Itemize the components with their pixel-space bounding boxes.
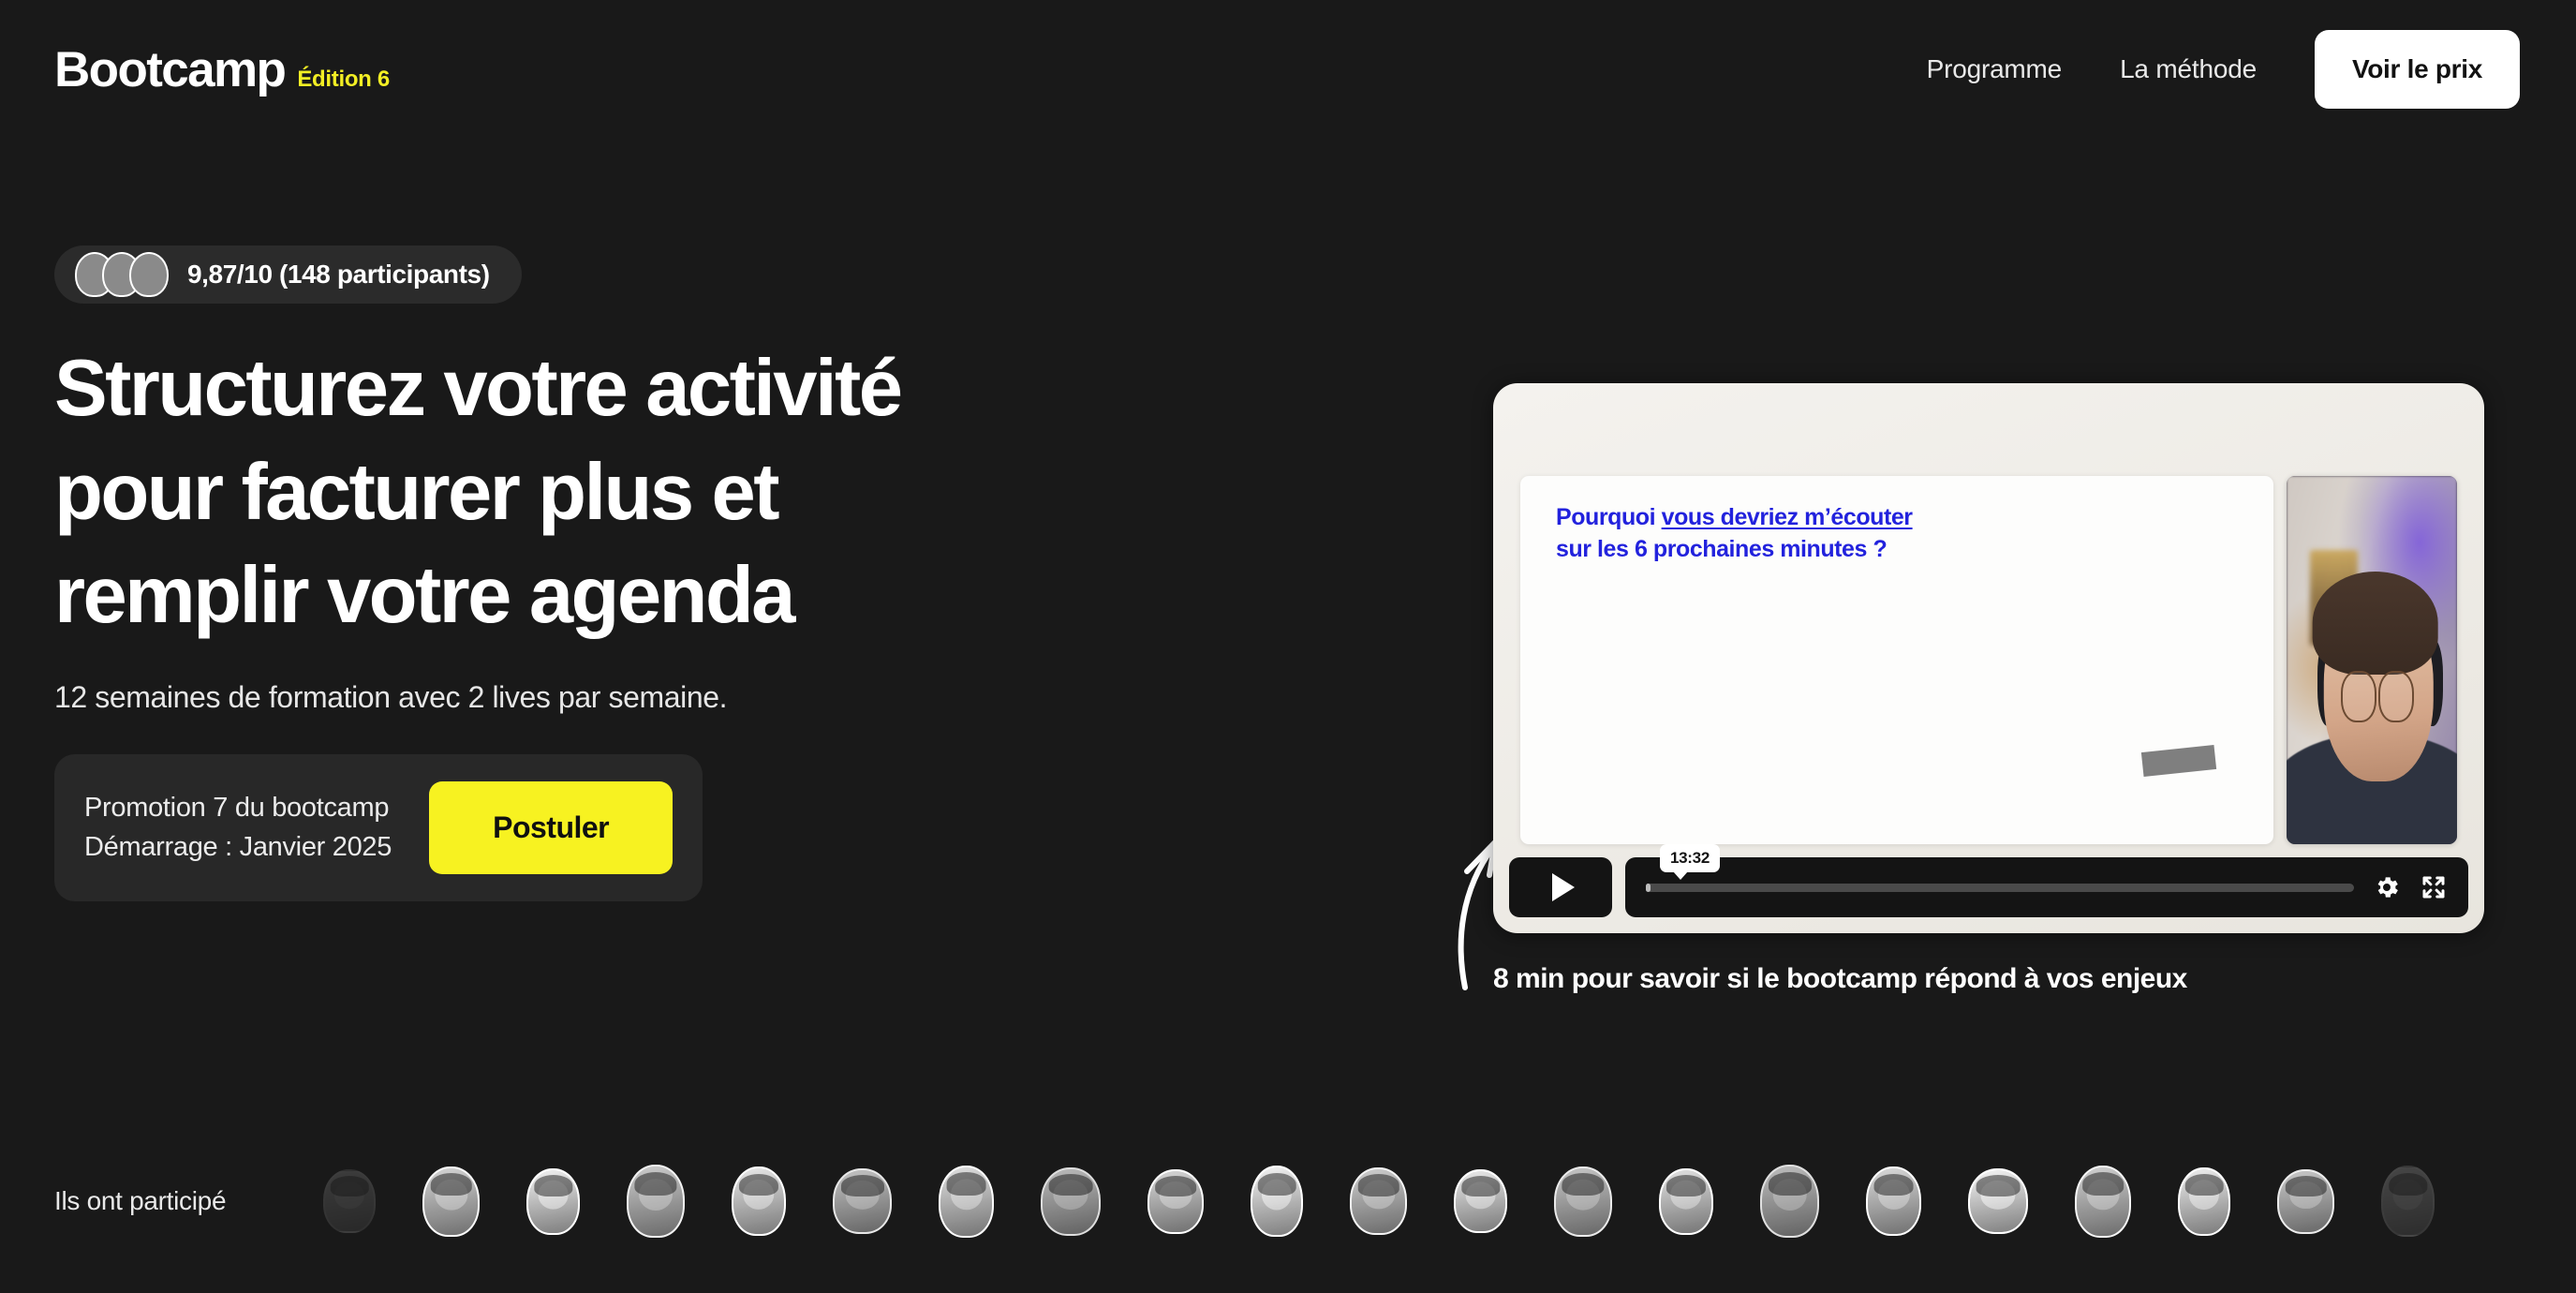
promo-line-promotion: Promotion 7 du bootcamp (84, 792, 390, 823)
avatar (129, 252, 169, 297)
nav-item-la-methode[interactable]: La méthode (2091, 54, 2286, 84)
participants-strip: Ils ont participé (0, 1145, 2576, 1257)
progress-fill (1646, 883, 1651, 892)
participant-avatar (2178, 1167, 2230, 1236)
video-caption: 8 min pour savoir si le bootcamp répond … (1493, 963, 2187, 994)
fullscreen-icon[interactable] (2420, 873, 2448, 901)
main-nav: Programme La méthode Voir le prix (1898, 30, 2520, 109)
hero-left-column: 9,87/10 (148 participants) Structurez vo… (54, 245, 1366, 901)
participant-avatar (1866, 1167, 1921, 1236)
headline-line-3: remplir votre agenda (54, 551, 795, 640)
hero-subtitle: 12 semaines de formation avec 2 lives pa… (54, 679, 728, 714)
page-title: Structurez votre activité pour facturer … (54, 337, 1263, 648)
webcam-glasses-right (2378, 671, 2415, 723)
participant-avatar (1147, 1168, 1204, 1234)
participant-avatar (732, 1167, 786, 1236)
participant-avatar (2277, 1168, 2334, 1234)
slide-text-after: sur les 6 prochaines minutes ? (1556, 535, 1888, 562)
current-time-tooltip: 13:32 (1660, 843, 1720, 880)
site-header: Bootcamp Édition 6 Programme La méthode … (0, 0, 2576, 139)
participant-avatar (833, 1168, 892, 1234)
participants-label: Ils ont participé (54, 1186, 227, 1215)
promo-card: Promotion 7 du bootcamp Démarrage : Janv… (54, 753, 703, 901)
brand-name: Bootcamp (54, 41, 287, 97)
participant-avatar (1251, 1166, 1303, 1237)
participant-avatar (2381, 1166, 2435, 1237)
video-stage: Pourquoi vous devriez m’écouter sur les … (1509, 399, 2468, 844)
headline-line-1: Structurez votre activité (54, 344, 903, 433)
participant-avatar (1659, 1167, 1713, 1235)
slide-text-underlined: vous devriez m’écouter (1661, 504, 1913, 530)
brand-edition-badge: Édition 6 (297, 66, 390, 92)
participant-avatar (1968, 1168, 2028, 1234)
rating-avatar-group (75, 252, 169, 297)
brand-logo[interactable]: Bootcamp Édition 6 (54, 45, 390, 95)
webcam-person-hair (2312, 572, 2438, 676)
headline-line-2: pour facturer plus et (54, 447, 780, 537)
play-icon (1551, 873, 1575, 901)
participant-avatar (323, 1169, 376, 1233)
promo-text-block: Promotion 7 du bootcamp Démarrage : Janv… (84, 793, 392, 863)
presentation-slide: Pourquoi vous devriez m’écouter sur les … (1520, 476, 2273, 844)
nav-item-programme[interactable]: Programme (1898, 54, 2091, 84)
participant-avatar (1454, 1169, 1507, 1233)
play-button[interactable] (1509, 857, 1612, 917)
participant-avatar (1041, 1167, 1101, 1236)
participant-avatar (1350, 1167, 1407, 1235)
video-controls: 13:32 (1509, 843, 2468, 917)
gear-icon[interactable] (2373, 873, 2401, 901)
postuler-button[interactable]: Postuler (429, 780, 674, 874)
participants-avatar-track[interactable] (323, 1165, 2481, 1238)
rating-badge: 9,87/10 (148 participants) (54, 245, 522, 304)
voir-le-prix-button[interactable]: Voir le prix (2314, 30, 2520, 109)
promo-line-demarrage: Démarrage : Janvier 2025 (84, 831, 392, 862)
progress-scrubber[interactable]: 13:32 (1646, 843, 2354, 892)
participant-avatar (422, 1166, 480, 1237)
participant-avatar (1760, 1165, 1819, 1238)
participant-avatar (2075, 1165, 2131, 1238)
slide-text-before: Pourquoi (1556, 504, 1662, 530)
video-player[interactable]: Pourquoi vous devriez m’écouter sur les … (1493, 383, 2484, 933)
slide-title: Pourquoi vous devriez m’écouter sur les … (1556, 502, 2273, 566)
rating-text: 9,87/10 (148 participants) (187, 260, 490, 289)
webcam-glasses-left (2341, 671, 2377, 723)
participant-avatar (627, 1165, 685, 1238)
video-section: Pourquoi vous devriez m’écouter sur les … (1493, 383, 2484, 995)
control-bar: 13:32 (1625, 843, 2468, 917)
tape-mark (2140, 744, 2217, 778)
participant-avatar (939, 1165, 994, 1238)
webcam-inset (2287, 476, 2457, 844)
participant-avatar (1554, 1166, 1612, 1237)
participant-avatar (526, 1167, 580, 1235)
